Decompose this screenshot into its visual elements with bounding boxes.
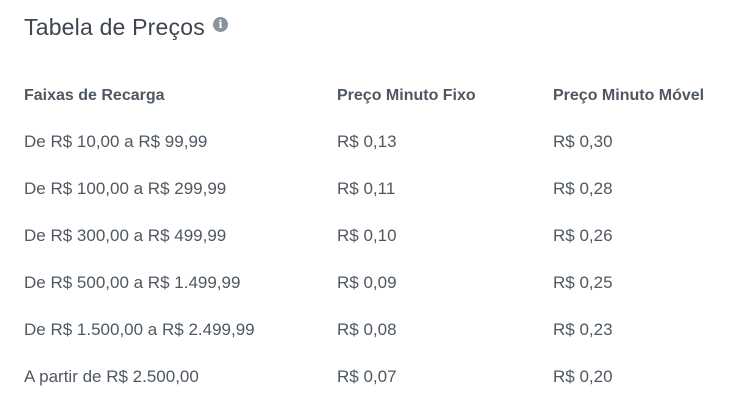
mobile-price-cell: R$ 0,28 bbox=[553, 178, 613, 198]
fixed-price-cell: R$ 0,08 bbox=[337, 319, 397, 339]
page-title: Tabela de Preços bbox=[24, 14, 205, 40]
recharge-range-cell: De R$ 300,00 a R$ 499,99 bbox=[24, 225, 227, 245]
column-header-mobile-minute-price: Preço Minuto Móvel bbox=[553, 87, 705, 104]
info-icon[interactable]: i bbox=[212, 17, 228, 32]
recharge-range-cell: De R$ 1.500,00 a R$ 2.499,99 bbox=[24, 319, 255, 339]
mobile-price-cell: R$ 0,25 bbox=[553, 272, 613, 292]
table-row: De R$ 100,00 a R$ 299,99 R$ 0,11 R$ 0,28 bbox=[24, 165, 734, 212]
table-row: De R$ 500,00 a R$ 1.499,99 R$ 0,09 R$ 0,… bbox=[24, 259, 734, 306]
table-row: De R$ 1.500,00 a R$ 2.499,99 R$ 0,08 R$ … bbox=[24, 306, 734, 353]
table-header-row: Faixas de Recarga Preço Minuto Fixo Preç… bbox=[24, 74, 734, 118]
mobile-price-cell: R$ 0,20 bbox=[553, 366, 613, 386]
mobile-price-cell: R$ 0,30 bbox=[553, 131, 613, 151]
table-row: A partir de R$ 2.500,00 R$ 0,07 R$ 0,20 bbox=[24, 353, 734, 400]
price-table: Faixas de Recarga Preço Minuto Fixo Preç… bbox=[24, 74, 734, 400]
fixed-price-cell: R$ 0,09 bbox=[337, 272, 397, 292]
fixed-price-cell: R$ 0,13 bbox=[337, 131, 397, 151]
mobile-price-cell: R$ 0,23 bbox=[553, 319, 613, 339]
recharge-range-cell: A partir de R$ 2.500,00 bbox=[24, 366, 199, 386]
mobile-price-cell: R$ 0,26 bbox=[553, 225, 613, 245]
column-header-recharge-range: Faixas de Recarga bbox=[24, 87, 165, 104]
column-header-fixed-minute-price: Preço Minuto Fixo bbox=[337, 87, 476, 104]
table-row: De R$ 300,00 a R$ 499,99 R$ 0,10 R$ 0,26 bbox=[24, 212, 734, 259]
recharge-range-cell: De R$ 100,00 a R$ 299,99 bbox=[24, 178, 227, 198]
recharge-range-cell: De R$ 10,00 a R$ 99,99 bbox=[24, 131, 208, 151]
fixed-price-cell: R$ 0,11 bbox=[337, 178, 396, 198]
price-table-card: Tabela de Preços i Faixas de Recarga Pre… bbox=[0, 0, 746, 419]
table-row: De R$ 10,00 a R$ 99,99 R$ 0,13 R$ 0,30 bbox=[24, 118, 734, 165]
fixed-price-cell: R$ 0,10 bbox=[337, 225, 397, 245]
title-row: Tabela de Preços i bbox=[24, 14, 228, 41]
fixed-price-cell: R$ 0,07 bbox=[337, 366, 397, 386]
recharge-range-cell: De R$ 500,00 a R$ 1.499,99 bbox=[24, 272, 241, 292]
